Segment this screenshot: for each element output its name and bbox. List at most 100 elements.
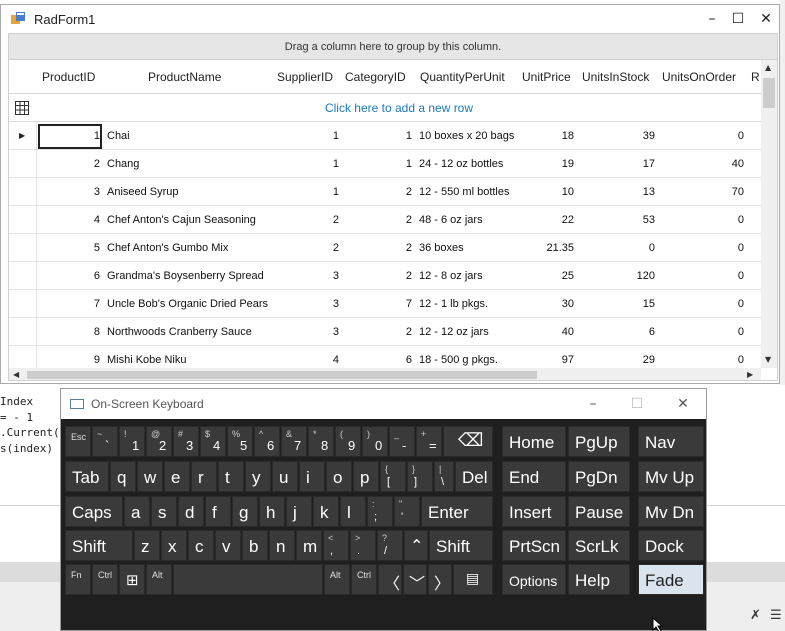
key-downarrow[interactable]: ﹀ xyxy=(403,564,427,595)
cell-productid[interactable]: 2 xyxy=(38,150,100,178)
key-pgdn[interactable]: PgDn xyxy=(568,461,630,492)
cell-productname[interactable]: Grandma's Boysenberry Spread xyxy=(107,262,277,290)
key-v[interactable]: v xyxy=(215,530,241,561)
cell-supplierid[interactable]: 1 xyxy=(277,150,339,178)
scroll-up-icon[interactable]: ▲ xyxy=(765,63,771,72)
cell-unitprice[interactable]: 21.35 xyxy=(522,234,574,262)
key-j[interactable]: j xyxy=(286,496,312,527)
key-n3[interactable]: #3 xyxy=(173,426,199,457)
new-row[interactable]: Click here to add a new row xyxy=(9,94,761,122)
cell-unitprice[interactable]: 25 xyxy=(522,262,574,290)
cell-categoryid[interactable]: 7 xyxy=(345,290,412,318)
cell-categoryid[interactable]: 2 xyxy=(345,178,412,206)
key-menu[interactable]: ▤ xyxy=(453,564,493,595)
cell-unitsonorder[interactable]: 0 xyxy=(662,318,744,346)
cell-unitsinstock[interactable]: 17 xyxy=(582,150,655,178)
group-panel[interactable]: Drag a column here to group by this colu… xyxy=(9,34,777,60)
key-i[interactable]: i xyxy=(299,461,325,492)
key-fade[interactable]: Fade xyxy=(638,564,704,595)
column-header-productid[interactable]: ProductID xyxy=(42,60,95,94)
cell-quantityperunit[interactable]: 12 - 550 ml bottles xyxy=(419,178,527,206)
key-d[interactable]: d xyxy=(178,496,204,527)
key-p[interactable]: p xyxy=(353,461,379,492)
cell-quantityperunit[interactable]: 36 boxes xyxy=(419,234,527,262)
key-pipe[interactable]: | \ xyxy=(434,461,454,492)
cell-productid[interactable]: 8 xyxy=(38,318,100,346)
cell-categoryid[interactable]: 2 xyxy=(345,206,412,234)
key-plus[interactable]: + = xyxy=(416,426,442,457)
key-esc[interactable]: Esc xyxy=(65,426,91,457)
key-t[interactable]: t xyxy=(218,461,244,492)
key-fn[interactable]: Fn xyxy=(65,564,91,595)
close-button[interactable]: ✕ xyxy=(752,9,780,29)
key-lbr[interactable]: {[ xyxy=(380,461,406,492)
key-options[interactable]: Options xyxy=(502,564,566,595)
table-row[interactable]: ▶ 1 Chai 1 1 10 boxes x 20 bags 18 39 0 xyxy=(9,122,761,150)
osk-close-button[interactable]: ✕ xyxy=(671,394,695,414)
key-g[interactable]: g xyxy=(232,496,258,527)
key-bksp[interactable]: ⌫ xyxy=(443,426,493,457)
cell-unitprice[interactable]: 30 xyxy=(522,290,574,318)
key-comma[interactable]: <, xyxy=(323,530,349,561)
key-insert[interactable]: Insert xyxy=(502,496,566,527)
scroll-left-icon[interactable]: ◀ xyxy=(13,370,19,379)
cell-quantityperunit[interactable]: 12 - 12 oz jars xyxy=(419,318,527,346)
cell-supplierid[interactable]: 3 xyxy=(277,290,339,318)
list-icon[interactable]: ☰ xyxy=(770,608,782,623)
cell-supplierid[interactable]: 3 xyxy=(277,262,339,290)
table-row[interactable]: 4 Chef Anton's Cajun Seasoning 2 2 48 - 6 oz… xyxy=(9,206,761,234)
cell-unitsonorder[interactable]: 0 xyxy=(662,262,744,290)
table-row[interactable]: 3 Aniseed Syrup 1 2 12 - 550 ml bottles 10 13 7… xyxy=(9,178,761,206)
row-indicator[interactable] xyxy=(9,318,37,346)
row-indicator[interactable] xyxy=(9,290,37,318)
key-l[interactable]: l xyxy=(340,496,366,527)
key-semi[interactable]: :; xyxy=(367,496,393,527)
key-del[interactable]: Del xyxy=(455,461,493,492)
cell-quantityperunit[interactable]: 12 - 8 oz jars xyxy=(419,262,527,290)
cell-unitsinstock[interactable]: 13 xyxy=(582,178,655,206)
key-n0[interactable]: ) 0 xyxy=(362,426,388,457)
key-n6[interactable]: ^ 6 xyxy=(254,426,280,457)
cell-productname[interactable]: Aniseed Syrup xyxy=(107,178,277,206)
horizontal-scrollbar[interactable]: ◀ ▶ xyxy=(9,368,761,380)
key-end[interactable]: End xyxy=(502,461,566,492)
key-h[interactable]: h xyxy=(259,496,285,527)
cell-productname[interactable]: Chai xyxy=(107,122,277,150)
column-header-supplierid[interactable]: SupplierID xyxy=(277,60,333,94)
cell-supplierid[interactable]: 3 xyxy=(277,318,339,346)
key-n8[interactable]: * 8 xyxy=(308,426,334,457)
cell-unitsinstock[interactable]: 0 xyxy=(582,234,655,262)
cell-productid[interactable]: 3 xyxy=(38,178,100,206)
row-indicator[interactable]: ▶ xyxy=(9,122,37,150)
cell-supplierid[interactable]: 2 xyxy=(277,206,339,234)
key-n7[interactable]: & 7 xyxy=(281,426,307,457)
key-u[interactable]: u xyxy=(272,461,298,492)
key-quote[interactable]: " ' xyxy=(394,496,420,527)
cell-unitprice[interactable]: 18 xyxy=(522,122,574,150)
cell-supplierid[interactable]: 2 xyxy=(277,234,339,262)
key-period[interactable]: >. xyxy=(350,530,376,561)
scroll-right-icon[interactable]: ▶ xyxy=(747,370,753,379)
key-mvdn[interactable]: Mv Dn xyxy=(638,496,704,527)
key-q[interactable]: q xyxy=(110,461,136,492)
new-row-link[interactable]: Click here to add a new row xyxy=(37,94,761,122)
key-n4[interactable]: $4 xyxy=(200,426,226,457)
key-help[interactable]: Help xyxy=(568,564,630,595)
cell-productid[interactable]: 5 xyxy=(38,234,100,262)
cell-categoryid[interactable]: 1 xyxy=(345,122,412,150)
key-prtscn[interactable]: PrtScn xyxy=(502,530,566,561)
cell-unitsonorder[interactable]: 40 xyxy=(662,150,744,178)
key-c[interactable]: c xyxy=(188,530,214,561)
table-row[interactable]: 7 Uncle Bob's Organic Dried Pears 3 7 12 - 1… xyxy=(9,290,761,318)
cell-unitsonorder[interactable]: 0 xyxy=(662,206,744,234)
key-alt2[interactable]: Alt xyxy=(324,564,350,595)
clear-list-icon[interactable]: ✗ xyxy=(750,608,761,623)
key-ctrl2[interactable]: Ctrl xyxy=(351,564,377,595)
key-z[interactable]: z xyxy=(134,530,160,561)
key-n9[interactable]: (9 xyxy=(335,426,361,457)
key-shift2[interactable]: Shift xyxy=(429,530,493,561)
key-win[interactable]: ⊞ xyxy=(119,564,145,595)
key-pgup[interactable]: PgUp xyxy=(568,426,630,457)
maximize-button[interactable]: ☐ xyxy=(724,9,752,29)
key-alt[interactable]: Alt xyxy=(146,564,172,595)
